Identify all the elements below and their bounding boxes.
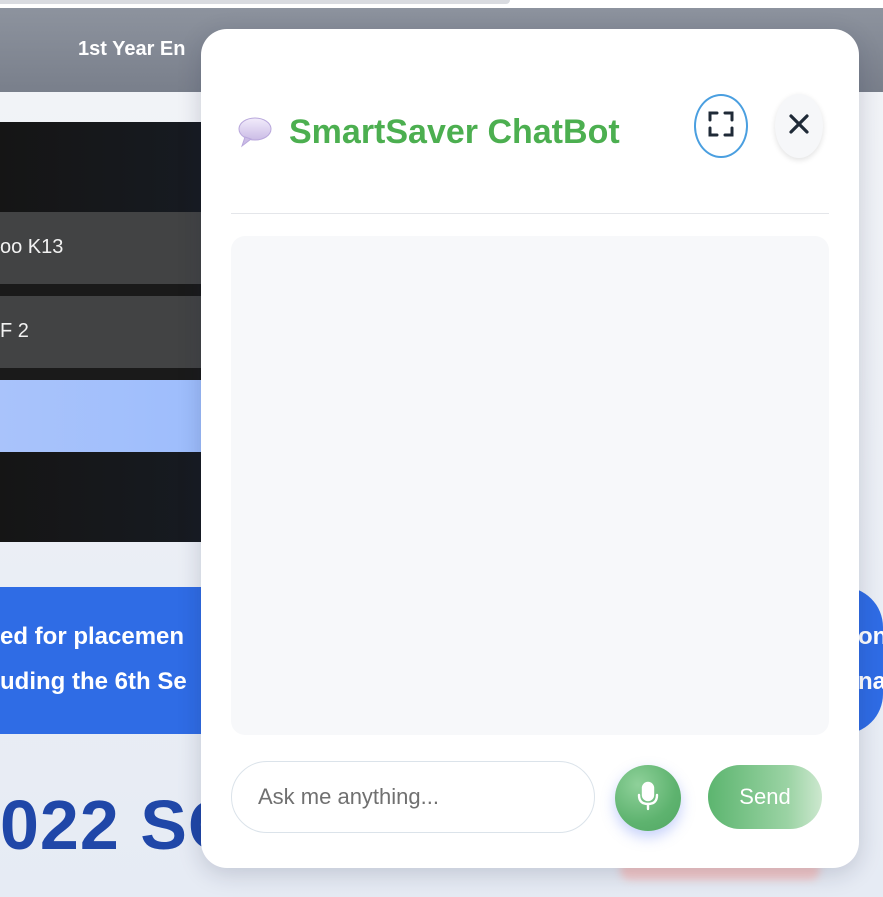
banner-text-line: ed for placemen	[0, 623, 185, 650]
header-divider	[231, 213, 829, 214]
chat-messages-area[interactable]	[231, 236, 829, 735]
speech-bubble-icon	[237, 115, 273, 149]
nav-title[interactable]: 1st Year En	[78, 38, 185, 61]
banner-text-line: na	[858, 668, 883, 695]
fullscreen-button[interactable]	[694, 94, 748, 158]
microphone-icon	[637, 781, 659, 816]
send-button[interactable]: Send	[708, 765, 822, 829]
banner-text-line: on	[858, 623, 883, 650]
close-icon	[788, 113, 810, 140]
close-button[interactable]	[775, 94, 823, 158]
row-separator	[0, 284, 210, 296]
product-row[interactable]: oo K13	[0, 212, 210, 284]
product-card-header	[0, 122, 210, 212]
microphone-button[interactable]	[615, 765, 681, 831]
highlighted-row[interactable]	[0, 380, 210, 452]
product-card-footer	[0, 452, 210, 542]
fullscreen-icon	[707, 110, 735, 143]
browser-scroll-indicator	[0, 0, 510, 4]
chatbot-modal: SmartSaver ChatBot Ask me anything... Se…	[201, 29, 859, 868]
chatbot-title: SmartSaver ChatBot	[289, 113, 620, 151]
row-separator	[0, 368, 210, 380]
banner-text-line: uding the 6th Se	[0, 668, 187, 695]
chat-input[interactable]	[231, 761, 595, 833]
product-row[interactable]: F 2	[0, 296, 210, 368]
